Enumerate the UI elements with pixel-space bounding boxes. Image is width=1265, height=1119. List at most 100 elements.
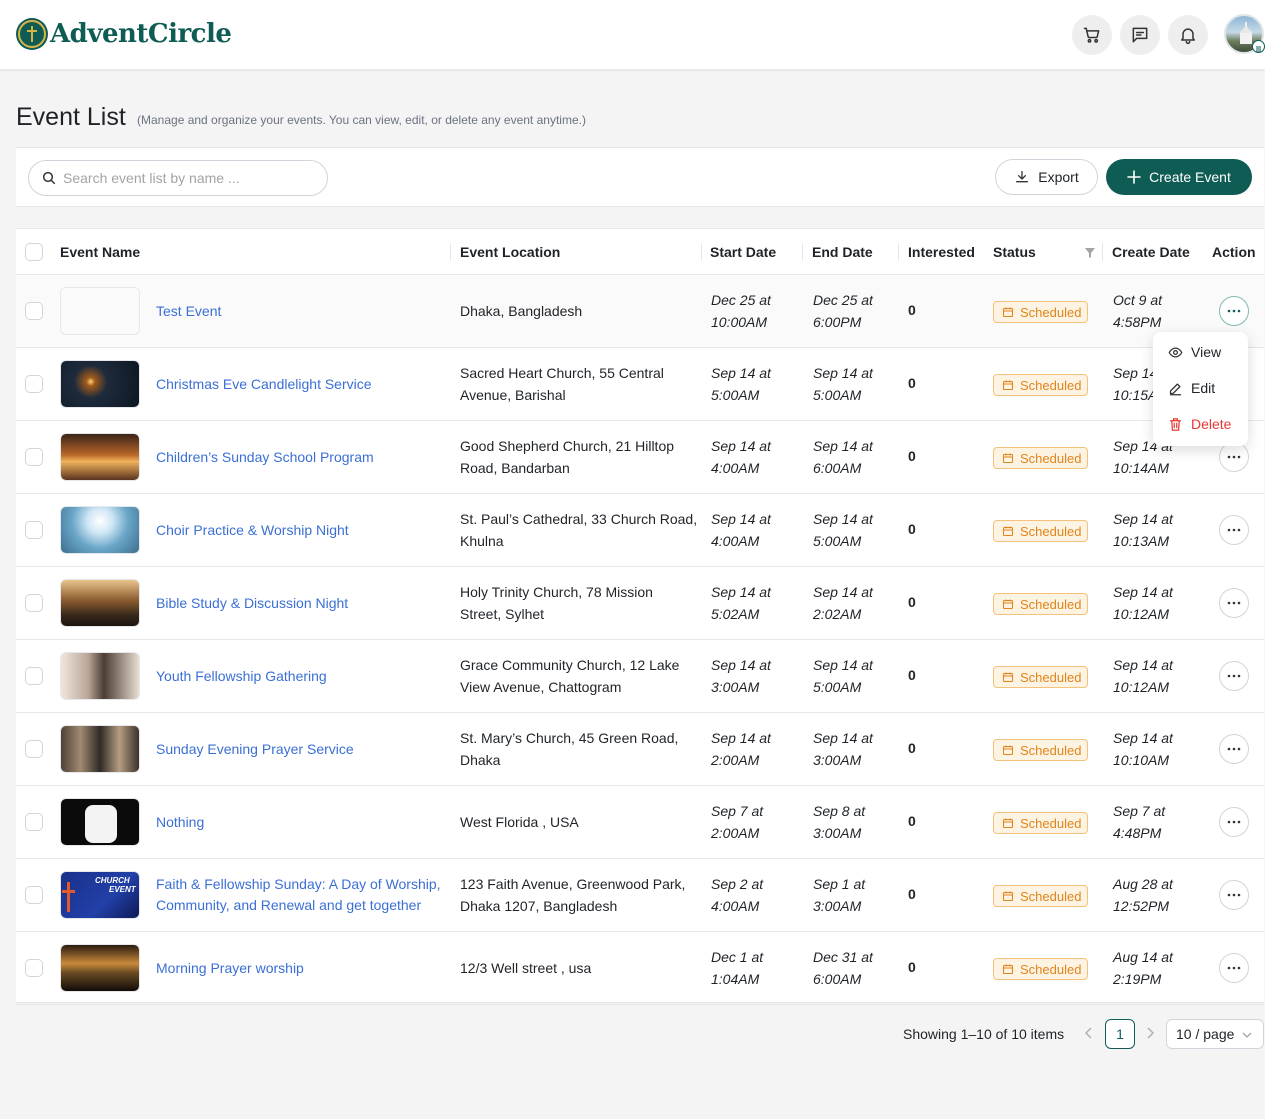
start-date-line2: 4:00AM [711, 460, 760, 476]
filter-icon[interactable] [1084, 247, 1096, 259]
row-checkbox[interactable] [25, 740, 43, 758]
event-name-link[interactable]: Youth Fellowship Gathering [156, 666, 446, 687]
cart-button[interactable] [1072, 15, 1112, 55]
row-actions-button[interactable] [1219, 661, 1249, 691]
row-checkbox[interactable] [25, 959, 43, 977]
row-actions-button[interactable] [1219, 734, 1249, 764]
column-create-date[interactable]: Create Date [1112, 244, 1190, 260]
start-date-line2: 5:02AM [711, 606, 760, 622]
export-label: Export [1038, 169, 1079, 185]
row-checkbox[interactable] [25, 667, 43, 685]
column-interested[interactable]: Interested [908, 244, 975, 260]
event-thumbnail[interactable] [60, 506, 140, 554]
column-event-name[interactable]: Event Name [60, 244, 140, 260]
interested-count: 0 [908, 302, 916, 318]
interested-count: 0 [908, 375, 916, 391]
export-button[interactable]: Export [995, 159, 1098, 195]
create-event-button[interactable]: Create Event [1106, 159, 1252, 195]
create-date-line1: Sep 14 at [1113, 730, 1173, 746]
event-name-link[interactable]: Faith & Fellowship Sunday: A Day of Wors… [156, 874, 446, 916]
menu-delete[interactable]: Delete [1168, 416, 1231, 432]
event-thumbnail[interactable] [60, 944, 140, 992]
event-thumbnail[interactable] [60, 798, 140, 846]
event-name-link[interactable]: Christmas Eve Candlelight Service [156, 374, 446, 395]
event-location: St. Mary’s Church, 45 Green Road, Dhaka [460, 730, 679, 768]
event-thumbnail[interactable] [60, 652, 140, 700]
select-all-checkbox[interactable] [25, 243, 43, 261]
top-bar: AdventCircle [0, 0, 1265, 70]
event-thumbnail[interactable] [60, 287, 140, 335]
row-checkbox[interactable] [25, 594, 43, 612]
row-checkbox[interactable] [25, 375, 43, 393]
search-box[interactable] [28, 160, 328, 196]
search-input[interactable] [63, 170, 303, 186]
brand-logo[interactable]: AdventCircle [16, 18, 232, 50]
end-date-line1: Sep 14 at [813, 657, 873, 673]
event-location: 12/3 Well street , usa [460, 960, 592, 976]
messages-button[interactable] [1120, 15, 1160, 55]
row-actions-button[interactable] [1219, 442, 1249, 472]
row-checkbox[interactable] [25, 886, 43, 904]
next-page-button[interactable] [1145, 1026, 1155, 1042]
column-event-location[interactable]: Event Location [460, 244, 560, 260]
event-thumbnail[interactable] [60, 360, 140, 408]
create-date: Sep 14 at 10:13AM [1113, 508, 1203, 552]
row-actions-button[interactable] [1219, 807, 1249, 837]
menu-view[interactable]: View [1168, 344, 1221, 360]
row-actions-button[interactable] [1219, 515, 1249, 545]
row-actions-button[interactable] [1219, 880, 1249, 910]
event-name-link[interactable]: Choir Practice & Worship Night [156, 520, 446, 541]
row-actions-button[interactable] [1219, 588, 1249, 618]
end-date: Sep 14 at 5:00AM [813, 508, 903, 552]
interested-count: 0 [908, 959, 916, 975]
avatar-menu-badge-icon[interactable] [1252, 40, 1265, 53]
event-thumbnail[interactable] [60, 725, 140, 773]
event-location: Grace Community Church, 12 Lake View Ave… [460, 657, 680, 695]
start-date: Sep 7 at 2:00AM [711, 800, 801, 844]
row-checkbox[interactable] [25, 302, 43, 320]
start-date: Sep 14 at 3:00AM [711, 654, 801, 698]
row-actions-button[interactable] [1219, 296, 1249, 326]
start-date-line2: 4:00AM [711, 533, 760, 549]
more-horizontal-icon [1227, 601, 1241, 605]
page-size-value: 10 / page [1176, 1026, 1235, 1042]
column-status[interactable]: Status [993, 244, 1036, 260]
status-badge: Scheduled [993, 666, 1088, 688]
event-thumbnail[interactable] [60, 433, 140, 481]
event-name-link[interactable]: Bible Study & Discussion Night [156, 593, 446, 614]
event-name-link[interactable]: Sunday Evening Prayer Service [156, 739, 446, 760]
status-badge: Scheduled [993, 520, 1088, 542]
status-badge: Scheduled [993, 812, 1088, 834]
event-name-link[interactable]: Test Event [156, 301, 446, 322]
start-date-line2: 1:04AM [711, 971, 760, 987]
event-name-link[interactable]: Nothing [156, 812, 446, 833]
menu-edit[interactable]: Edit [1168, 380, 1215, 396]
more-horizontal-icon [1227, 309, 1241, 313]
end-date-line1: Sep 14 at [813, 584, 873, 600]
event-name-link[interactable]: Morning Prayer worship [156, 958, 446, 979]
prev-page-button[interactable] [1084, 1026, 1094, 1042]
table-row: Test Event Dhaka, Bangladesh Dec 25 at 10:0… [16, 275, 1264, 348]
table-row: Christmas Eve Candlelight Service Sacred … [16, 348, 1264, 421]
create-date: Sep 7 at 4:48PM [1113, 800, 1203, 844]
more-horizontal-icon [1227, 966, 1241, 970]
row-checkbox[interactable] [25, 521, 43, 539]
notifications-button[interactable] [1168, 15, 1208, 55]
status-badge: Scheduled [993, 374, 1088, 396]
create-date-line2: 2:19PM [1113, 971, 1162, 987]
chevron-left-icon [1084, 1027, 1092, 1039]
table-row: Youth Fellowship Gathering Grace Communit… [16, 640, 1264, 713]
column-end-date[interactable]: End Date [812, 244, 873, 260]
page-button[interactable]: 1 [1105, 1019, 1135, 1049]
page-title: Event List [16, 103, 126, 131]
event-thumbnail[interactable]: CHURCH EVENT [60, 871, 140, 919]
event-name-link[interactable]: Children’s Sunday School Program [156, 447, 446, 468]
event-thumbnail[interactable] [60, 579, 140, 627]
end-date-line1: Sep 14 at [813, 365, 873, 381]
row-checkbox[interactable] [25, 448, 43, 466]
row-actions-button[interactable] [1219, 953, 1249, 983]
column-start-date[interactable]: Start Date [710, 244, 776, 260]
row-checkbox[interactable] [25, 813, 43, 831]
page-size-select[interactable]: 10 / page [1166, 1019, 1264, 1049]
start-date: Sep 14 at 4:00AM [711, 435, 801, 479]
